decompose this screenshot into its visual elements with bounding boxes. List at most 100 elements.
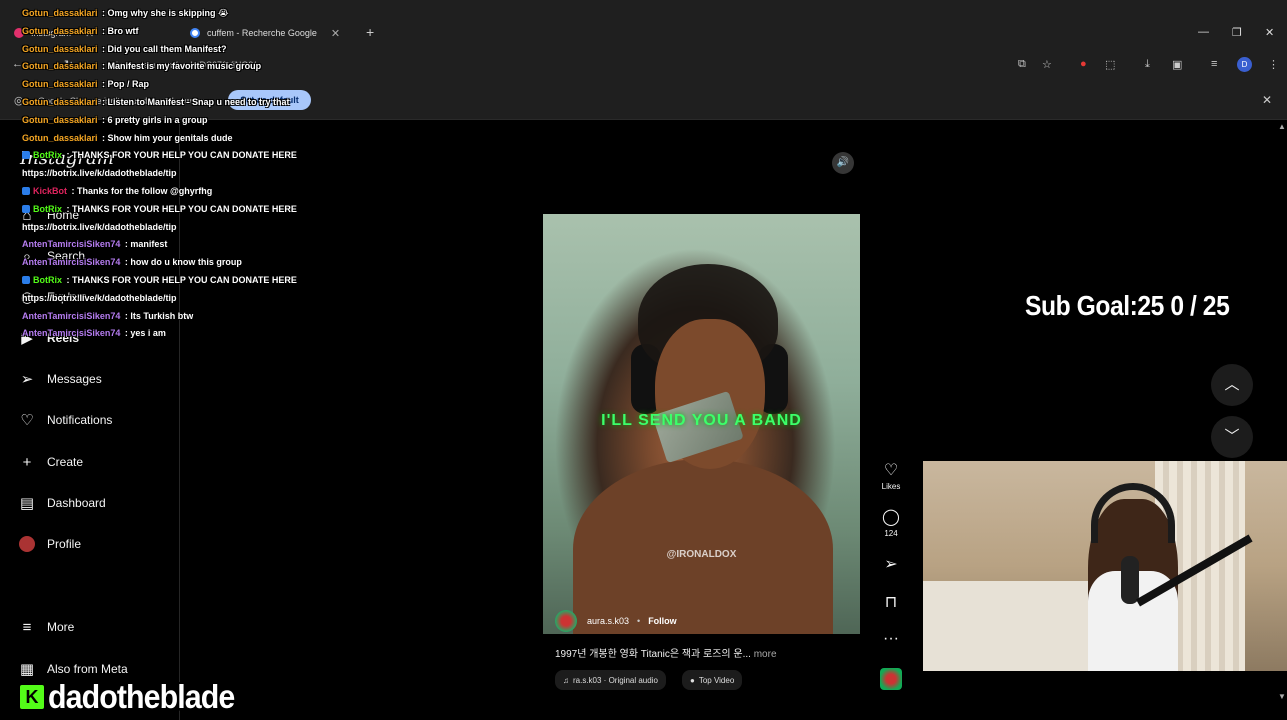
install-icon[interactable]: ⧉: [1018, 58, 1026, 71]
chat-username: AntenTamircisiSiken74: [22, 328, 121, 339]
infobar-close-icon[interactable]: ✕: [1262, 93, 1272, 107]
chat-message: https://botrix.live/k/dadotheblade/tip: [22, 222, 177, 232]
sidebar-item-messages[interactable]: ➢ Messages: [17, 367, 102, 391]
extensions-puzzle-icon[interactable]: ⬚: [1105, 58, 1115, 71]
description-text: 1997년 개봉한 영화 Titanic은 잭과 로즈의 운...: [555, 649, 751, 660]
chat-text: : THANKS FOR YOUR HELP YOU CAN DONATE HE…: [64, 150, 297, 161]
chat-text: : Omg why she is skipping 😭: [99, 8, 229, 18]
close-icon[interactable]: ✕: [331, 27, 340, 40]
sidebar-item-label: More: [47, 620, 75, 634]
chat-message: BotRix : THANKS FOR YOUR HELP YOU CAN DO…: [22, 150, 297, 160]
google-favicon-icon: [190, 28, 200, 38]
scroll-up-arrow-icon[interactable]: ▲: [1278, 122, 1286, 131]
chat-text: : Show him your genitals dude: [99, 132, 233, 143]
reel-watermark: @IRONALDOX: [666, 549, 737, 560]
chat-message: AntenTamircisiSiken74 : yes i am: [22, 328, 166, 338]
sidebar-item-label: Messages: [47, 372, 102, 386]
share-button[interactable]: ➢: [877, 554, 905, 574]
chat-message: Gotun_dassaklari : Pop / Rap: [22, 79, 149, 89]
chat-username: AntenTamircisiSiken74: [22, 310, 121, 321]
chat-message: https://botrix.live/k/dadotheblade/tip: [22, 168, 177, 178]
avatar-icon: [17, 534, 37, 554]
more-options-button[interactable]: ···: [877, 630, 905, 648]
music-note-icon: ♫: [563, 675, 569, 685]
chat-username: Gotun_dassaklari: [22, 25, 98, 36]
tab-google[interactable]: cuffem - Recherche Google ✕: [190, 22, 340, 44]
chat-username: BotRix: [33, 150, 62, 161]
bookmark-star-icon[interactable]: ☆: [1042, 58, 1052, 71]
like-button[interactable]: ♡ Likes: [877, 460, 905, 491]
save-button[interactable]: ⊓: [877, 592, 905, 612]
reel-letterbox: [543, 144, 860, 214]
reel-description: 1997년 개봉한 영화 Titanic은 잭과 로즈의 운... more: [555, 645, 777, 660]
audio-chip[interactable]: ♫ ra.s.k03 · Original audio: [555, 670, 666, 690]
bookmark-icon: ⊓: [884, 594, 898, 611]
reel-video[interactable]: I'LL SEND YOU A BAND @IRONALDOX 🔊 aura.s…: [543, 144, 860, 634]
sidebar-item-dashboard[interactable]: ▤ Dashboard: [17, 491, 106, 515]
top-video-chip[interactable]: ● Top Video: [682, 670, 743, 690]
chat-message: AntenTamircisiSiken74 : how do u know th…: [22, 257, 242, 267]
chat-text: : Did you call them Manifest?: [99, 43, 227, 54]
author-username[interactable]: aura.s.k03: [587, 616, 629, 626]
chat-message: AntenTamircisiSiken74 : Its Turkish btw: [22, 311, 193, 321]
reel-author-row: aura.s.k03 • Follow: [555, 610, 677, 632]
chat-badge-icon: [22, 151, 30, 160]
chat-message: Gotun_dassaklari : Manifest is my favori…: [22, 61, 261, 71]
likes-label: Likes: [881, 482, 901, 491]
screenshot-icon[interactable]: ▣: [1172, 58, 1182, 71]
top-video-label: Top Video: [698, 675, 735, 685]
new-tab-icon[interactable]: +: [366, 24, 374, 40]
sound-toggle-icon[interactable]: 🔊: [832, 152, 854, 174]
chat-message: AntenTamircisiSiken74 : manifest: [22, 239, 167, 249]
comment-button[interactable]: ◯ 124: [877, 507, 905, 538]
chat-username: KickBot: [33, 186, 68, 196]
media-control-icon[interactable]: ≡: [1211, 58, 1217, 70]
download-icon[interactable]: ⤓: [1145, 58, 1150, 71]
chat-username: Gotun_dassaklari: [22, 97, 98, 107]
chat-text: : Bro wtf: [99, 25, 139, 36]
sidebar-item-profile[interactable]: Profile: [17, 532, 81, 556]
extension-red-icon[interactable]: ●: [1080, 58, 1087, 70]
heart-icon: ♡: [20, 412, 34, 429]
comments-count: 124: [884, 529, 898, 538]
menu-icon: ≡: [22, 618, 32, 636]
profile-avatar[interactable]: D: [1237, 57, 1252, 72]
browser-menu-icon[interactable]: ⋮: [1268, 58, 1279, 71]
chat-text: https://botrix.live/k/dadotheblade/tip: [22, 221, 177, 232]
chat-message: Gotun_dassaklari : Listen to Manifest - …: [22, 97, 290, 107]
chat-message: Gotun_dassaklari : Did you call them Man…: [22, 44, 227, 54]
sidebar-item-notifications[interactable]: ♡ Notifications: [17, 408, 112, 432]
chat-text: : Thanks for the follow @ghyrfhg: [69, 186, 213, 196]
chat-badge-icon: [22, 187, 30, 195]
sidebar-item-label: Create: [47, 455, 84, 469]
sidebar-item-create[interactable]: + Create: [17, 450, 83, 474]
chat-message: Gotun_dassaklari : Omg why she is skippi…: [22, 8, 229, 19]
minimize-icon[interactable]: —: [1198, 26, 1209, 38]
location-pin-icon: ●: [690, 675, 695, 685]
restore-icon[interactable]: ❐: [1232, 26, 1242, 39]
chat-username: Gotun_dassaklari: [22, 79, 98, 90]
chat-text: https://botrix.live/k/dadotheblade/tip: [22, 168, 177, 179]
scroll-down-arrow-icon[interactable]: ▼: [1278, 692, 1286, 701]
follow-button[interactable]: Follow: [648, 616, 677, 626]
window-close-icon[interactable]: ✕: [1265, 26, 1274, 39]
send-icon: ➢: [20, 371, 34, 388]
chat-text: : THANKS FOR YOUR HELP YOU CAN DONATE HE…: [64, 275, 297, 285]
sidebar-item-label: Also from Meta: [47, 662, 128, 676]
chat-message: https://botrix.live/k/dadotheblade/tip: [22, 293, 177, 303]
video-person-body: [573, 459, 833, 634]
previous-reel-button[interactable]: ︿: [1211, 364, 1253, 406]
chat-message: KickBot : Thanks for the follow @ghyrfhg: [22, 186, 212, 196]
reel-video-frame[interactable]: I'LL SEND YOU A BAND @IRONALDOX: [543, 214, 860, 634]
kick-logo-icon: K: [18, 683, 46, 711]
reel-overlay-caption: I'LL SEND YOU A BAND: [601, 412, 802, 429]
author-avatar[interactable]: [555, 610, 577, 632]
chat-username: BotRix: [33, 203, 62, 214]
webcam-microphone: [1121, 556, 1139, 604]
sidebar-item-more[interactable]: ≡ More: [17, 615, 75, 639]
audio-thumbnail[interactable]: [880, 668, 902, 690]
chat-username: Gotun_dassaklari: [22, 114, 98, 125]
next-reel-button[interactable]: ﹀: [1211, 416, 1253, 458]
more-link[interactable]: more: [754, 649, 777, 660]
sidebar-item-label: Profile: [47, 537, 82, 551]
